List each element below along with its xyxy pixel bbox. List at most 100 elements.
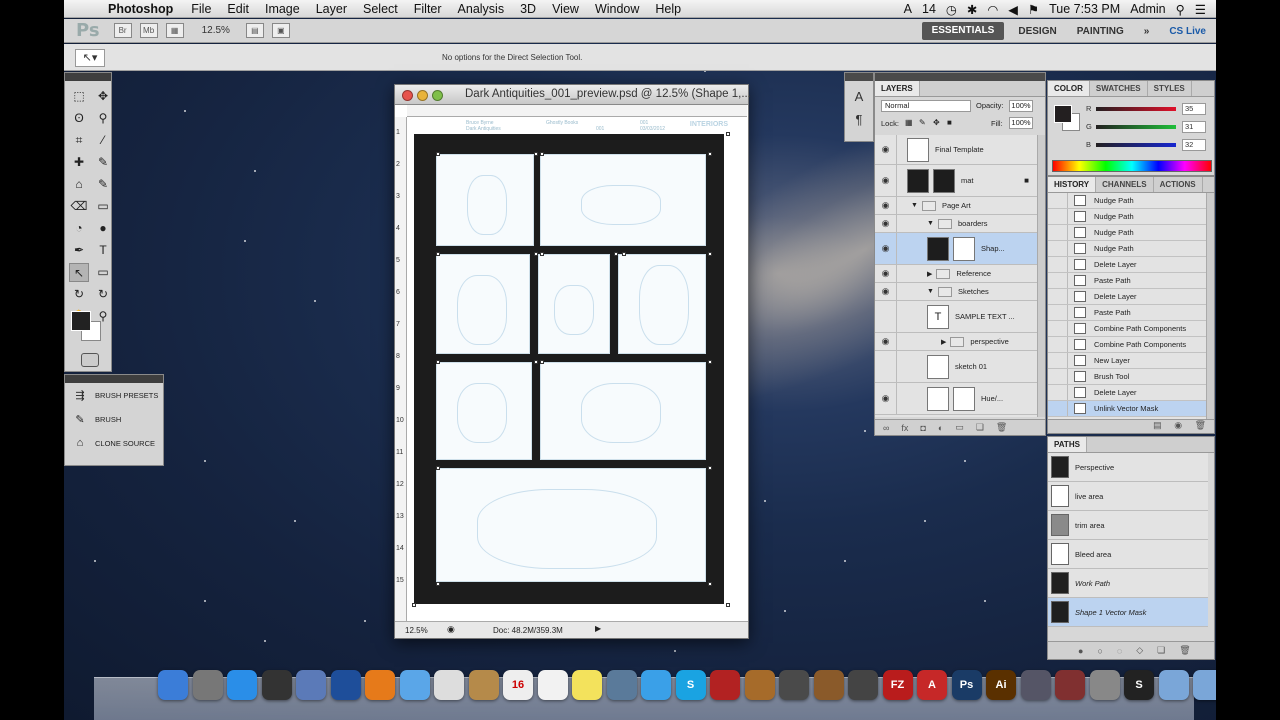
quicktime-icon[interactable]: [330, 670, 361, 700]
stickies-icon[interactable]: [572, 670, 602, 700]
layer-visibility-eye-icon[interactable]: [875, 301, 897, 332]
color-fg-swatch[interactable]: [1054, 105, 1072, 123]
menu-3d[interactable]: 3D: [520, 2, 536, 16]
comic-panel-5[interactable]: [618, 254, 706, 354]
opacity-field[interactable]: 100%: [1009, 100, 1033, 112]
steam-icon[interactable]: [848, 670, 878, 700]
menu-image[interactable]: Image: [265, 2, 300, 16]
history-item[interactable]: Combine Path Components: [1048, 321, 1208, 337]
layer-visibility-eye-icon[interactable]: [875, 351, 897, 382]
path-anchor-point[interactable]: [540, 360, 544, 364]
shape-icon[interactable]: ▭: [93, 263, 113, 282]
strip-grip[interactable]: [845, 73, 873, 81]
quick-select-icon[interactable]: ⚲: [93, 109, 113, 128]
layers-scrollbar[interactable]: [1037, 135, 1045, 417]
history-brush-source[interactable]: [1048, 241, 1068, 256]
imovie-icon[interactable]: [779, 670, 809, 700]
3d-orbit-icon[interactable]: ↻: [93, 285, 113, 304]
history-brush-source[interactable]: [1048, 321, 1068, 336]
link-layers-icon[interactable]: ∞: [883, 423, 889, 433]
layer-row[interactable]: sketch 01: [875, 351, 1039, 383]
layer-visibility-eye-icon[interactable]: ◉: [875, 135, 897, 164]
history-brush-source[interactable]: [1048, 289, 1068, 304]
new-document-from-state-icon[interactable]: ▤: [1153, 420, 1162, 430]
mini-bridge-button[interactable]: Mb: [139, 23, 158, 38]
history-item[interactable]: Unlink Vector Mask: [1048, 401, 1208, 417]
quick-mask-icon[interactable]: [81, 353, 99, 367]
calendar-icon[interactable]: 16: [503, 670, 533, 700]
blue-value[interactable]: 32: [1182, 139, 1206, 151]
system-preferences-icon[interactable]: [1089, 670, 1120, 700]
layer-visibility-eye-icon[interactable]: ◉: [875, 283, 897, 300]
stamp-icon[interactable]: ⌂: [69, 175, 89, 194]
add-mask-icon[interactable]: ◘: [920, 423, 925, 433]
vertical-ruler[interactable]: 1 2 3 4 5 6 7 8 9 10 11 12 13 14 15: [395, 117, 407, 621]
tab-styles[interactable]: STYLES: [1148, 81, 1192, 96]
path-anchor-point[interactable]: [534, 152, 538, 156]
new-layer-icon[interactable]: ❏: [976, 422, 984, 433]
workspace-painting[interactable]: PAINTING: [1067, 26, 1134, 37]
stroke-path-icon[interactable]: ○: [1097, 646, 1102, 656]
illustrator-icon[interactable]: Ai: [986, 670, 1016, 700]
tab-layers[interactable]: LAYERS: [875, 81, 920, 96]
layer-row[interactable]: ◉ ▶ Reference: [875, 265, 1039, 283]
status-settings-icon[interactable]: ◉: [447, 624, 455, 635]
path-anchor-point[interactable]: [436, 152, 440, 156]
eyedropper-icon[interactable]: ⁄: [93, 131, 113, 150]
history-item[interactable]: Nudge Path: [1048, 209, 1208, 225]
skype-icon[interactable]: S: [675, 670, 706, 700]
path-anchor-point[interactable]: [534, 360, 538, 364]
layer-visibility-eye-icon[interactable]: ◉: [875, 233, 897, 264]
character-panel-icon[interactable]: A: [845, 89, 873, 104]
history-item[interactable]: Nudge Path: [1048, 225, 1208, 241]
tab-channels[interactable]: CHANNELS: [1096, 177, 1154, 192]
path-anchor-point[interactable]: [436, 252, 440, 256]
textedit-icon[interactable]: [434, 670, 464, 700]
red-slider[interactable]: [1096, 107, 1176, 111]
blue-slider[interactable]: [1096, 143, 1176, 147]
tool-preset-picker[interactable]: ↖▾: [75, 49, 105, 67]
status-zoom[interactable]: 12.5%: [405, 626, 428, 635]
itunes-icon[interactable]: [641, 670, 671, 700]
arrange-documents-button[interactable]: ▤: [245, 23, 264, 38]
layer-row[interactable]: ◉ ▼ Page Art: [875, 197, 1039, 215]
history-brush-source[interactable]: [1048, 369, 1068, 384]
wifi-icon[interactable]: ◠: [987, 2, 998, 17]
brush-panel-grip[interactable]: [65, 375, 163, 383]
delete-layer-icon[interactable]: 🗑: [996, 422, 1007, 433]
path-anchor-point[interactable]: [436, 466, 440, 470]
path-anchor-point[interactable]: [708, 252, 712, 256]
history-brush-source[interactable]: [1048, 193, 1068, 208]
green-value[interactable]: 31: [1182, 121, 1206, 133]
layer-visibility-eye-icon[interactable]: ◉: [875, 383, 897, 414]
zoom-level[interactable]: 12.5%: [202, 25, 230, 36]
path-anchor-point[interactable]: [436, 360, 440, 364]
path-row[interactable]: live area: [1048, 482, 1208, 511]
layer-row[interactable]: ◉ Hue/...: [875, 383, 1039, 415]
path-anchor-point[interactable]: [540, 252, 544, 256]
comic-panel-6[interactable]: [436, 362, 532, 460]
volume-icon[interactable]: ◀: [1008, 2, 1018, 17]
filezilla-icon[interactable]: FZ: [882, 670, 913, 700]
history-item[interactable]: Delete Layer: [1048, 385, 1208, 401]
fill-path-icon[interactable]: ●: [1078, 646, 1083, 656]
path-anchor-point[interactable]: [708, 582, 712, 586]
layer-row[interactable]: ◉ ▶ perspective: [875, 333, 1039, 351]
applications-folder-icon[interactable]: [1158, 670, 1189, 700]
comic-panel-1[interactable]: [436, 154, 534, 246]
comic-panel-4[interactable]: [538, 254, 610, 354]
history-brush-source[interactable]: [1048, 257, 1068, 272]
path-anchor-point[interactable]: [708, 360, 712, 364]
workspace-essentials[interactable]: ESSENTIALS: [921, 22, 1005, 40]
photoshop-icon[interactable]: Ps: [951, 670, 982, 700]
fill-field[interactable]: 100%: [1009, 117, 1033, 129]
tab-history[interactable]: HISTORY: [1048, 177, 1097, 192]
history-scrollbar[interactable]: [1206, 193, 1214, 421]
lock-position-icon[interactable]: ✥: [933, 118, 940, 127]
healing-icon[interactable]: ✚: [69, 153, 89, 172]
layer-visibility-eye-icon[interactable]: ◉: [875, 215, 897, 232]
menu-clock[interactable]: Tue 7:53 PM: [1049, 2, 1120, 16]
path-anchor-point[interactable]: [614, 252, 618, 256]
photo-booth-icon[interactable]: [710, 670, 740, 700]
gradient-icon[interactable]: ▭: [93, 197, 113, 216]
